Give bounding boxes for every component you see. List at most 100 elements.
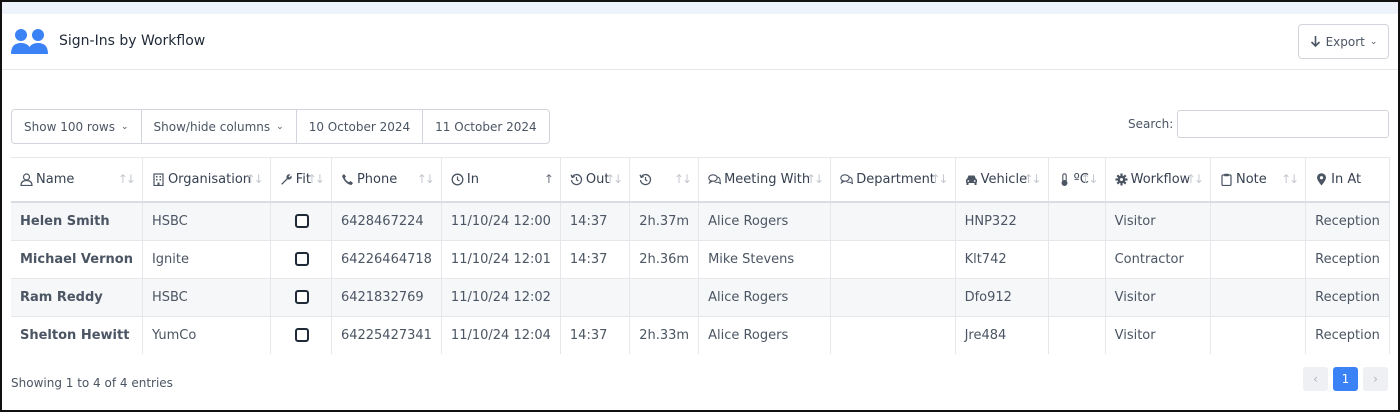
cell-phone: 6428467224 bbox=[331, 202, 442, 241]
fit-checkbox[interactable] bbox=[294, 252, 309, 266]
cell-in: 11/10/24 12:04 bbox=[441, 316, 561, 354]
sort-icon: ↑↓ bbox=[1023, 172, 1041, 186]
date-to-button[interactable]: 11 October 2024 bbox=[423, 110, 548, 143]
fit-checkbox[interactable] bbox=[294, 290, 309, 304]
show-hide-columns-button[interactable]: Show/hide columns ⌄ bbox=[142, 110, 297, 143]
cell-fit bbox=[270, 202, 332, 241]
comments-icon bbox=[708, 174, 722, 185]
sort-icon: ↑↓ bbox=[1080, 172, 1099, 186]
cell-department bbox=[830, 202, 956, 241]
page-1-button[interactable]: 1 bbox=[1333, 367, 1358, 391]
cell-name: Ram Reddy bbox=[11, 278, 143, 317]
col-header-fit[interactable]: Fit ↑↓ bbox=[270, 158, 332, 203]
cell-organisation: Ignite bbox=[142, 240, 271, 279]
report-panel: Sign-Ins by Workflow Export ⌄ Show 100 r… bbox=[0, 0, 1400, 412]
cell-duration: 2h.36m bbox=[629, 240, 700, 279]
panel-header: Sign-Ins by Workflow Export ⌄ bbox=[2, 14, 1398, 70]
cell-meeting-with: Alice Rogers bbox=[698, 316, 832, 354]
cell-fit bbox=[270, 316, 332, 354]
cell-in: 11/10/24 12:01 bbox=[441, 240, 561, 279]
col-header-department[interactable]: Department ↑↓ bbox=[830, 158, 956, 203]
cell-out: 14:37 bbox=[560, 240, 631, 279]
table-controls: Show 100 rows ⌄ Show/hide columns ⌄ 10 O… bbox=[11, 109, 550, 144]
col-header-duration[interactable]: ↑↓ bbox=[629, 158, 700, 203]
col-header-phone[interactable]: Phone ↑↓ bbox=[331, 158, 442, 203]
arrow-down-icon bbox=[1310, 36, 1320, 48]
cell-workflow: Contractor bbox=[1105, 240, 1211, 279]
col-header-name[interactable]: Name ↑↓ bbox=[11, 158, 143, 203]
table-row[interactable]: Shelton Hewitt YumCo 64225427341 11/10/2… bbox=[11, 316, 1390, 354]
next-page-button[interactable]: › bbox=[1363, 367, 1388, 391]
cell-organisation: YumCo bbox=[142, 316, 271, 354]
col-header-out[interactable]: Out ↑↓ bbox=[560, 158, 631, 203]
fit-checkbox[interactable] bbox=[294, 214, 309, 229]
table-row[interactable]: Ram Reddy HSBC 6421832769 11/10/24 12:02… bbox=[11, 278, 1390, 317]
previous-page-button[interactable]: ‹ bbox=[1303, 367, 1328, 391]
cell-note bbox=[1210, 240, 1307, 279]
show-rows-button[interactable]: Show 100 rows ⌄ bbox=[12, 110, 142, 143]
cell-fit bbox=[270, 278, 332, 317]
export-button[interactable]: Export ⌄ bbox=[1298, 24, 1389, 59]
table-row[interactable]: Helen Smith HSBC 6428467224 11/10/24 12:… bbox=[11, 202, 1390, 241]
cell-phone: 64225427341 bbox=[331, 316, 442, 354]
clipboard-icon bbox=[1221, 173, 1232, 186]
data-table-container: Name ↑↓ Organisation ↑↓ Fit ↑↓ Phone ↑↓ bbox=[11, 157, 1390, 354]
cell-organisation: HSBC bbox=[142, 202, 271, 241]
cell-phone: 6421832769 bbox=[331, 278, 442, 317]
cell-vehicle: Jre484 bbox=[955, 316, 1049, 354]
sort-icon: ↑↓ bbox=[1281, 172, 1299, 186]
cell-workflow: Visitor bbox=[1105, 316, 1211, 354]
user-icon bbox=[20, 173, 33, 186]
col-header-note[interactable]: Note ↑↓ bbox=[1210, 158, 1307, 203]
map-pin-icon bbox=[1317, 173, 1327, 186]
col-label: Phone bbox=[356, 172, 398, 187]
sort-icon: ↑↓ bbox=[416, 172, 435, 186]
col-label: Name bbox=[36, 172, 75, 187]
cell-temperature bbox=[1048, 202, 1106, 241]
cell-vehicle: HNP322 bbox=[955, 202, 1049, 241]
cell-out: 14:37 bbox=[560, 316, 631, 354]
col-header-meeting-with[interactable]: Meeting With ↑↓ bbox=[698, 158, 832, 203]
col-label: Meeting With bbox=[724, 172, 811, 187]
sort-icon: ↑↓ bbox=[673, 172, 692, 186]
col-label: Vehicle bbox=[980, 172, 1028, 187]
search-input[interactable] bbox=[1177, 110, 1389, 138]
chevron-down-icon: ⌄ bbox=[121, 121, 129, 132]
cell-note bbox=[1210, 316, 1307, 354]
sort-icon: ↑↓ bbox=[930, 172, 948, 186]
cell-workflow: Visitor bbox=[1105, 278, 1211, 317]
col-header-in[interactable]: In ↑ bbox=[441, 158, 561, 203]
cell-duration bbox=[629, 278, 700, 317]
cell-department bbox=[830, 316, 956, 354]
data-table: Name ↑↓ Organisation ↑↓ Fit ↑↓ Phone ↑↓ bbox=[11, 158, 1390, 354]
cell-in-at: Reception bbox=[1305, 278, 1390, 317]
cell-note bbox=[1210, 278, 1307, 317]
table-row[interactable]: Michael Vernon Ignite 64226464718 11/10/… bbox=[11, 240, 1390, 279]
sort-icon: ↑↓ bbox=[806, 172, 824, 186]
col-header-in-at[interactable]: In At bbox=[1305, 158, 1390, 203]
history-icon bbox=[639, 173, 652, 186]
table-info: Showing 1 to 4 of 4 entries bbox=[11, 376, 173, 390]
chevron-down-icon: ⌄ bbox=[276, 121, 284, 132]
col-label: In bbox=[466, 172, 479, 187]
cell-meeting-with: Alice Rogers bbox=[698, 278, 832, 317]
fit-checkbox[interactable] bbox=[294, 328, 309, 342]
thermometer-icon bbox=[1061, 173, 1068, 186]
col-header-workflow[interactable]: Workflow ↑↓ bbox=[1105, 158, 1211, 203]
chevron-down-icon: ⌄ bbox=[1369, 36, 1378, 47]
col-header-organisation[interactable]: Organisation ↑↓ bbox=[142, 158, 271, 203]
date-from-button[interactable]: 10 October 2024 bbox=[297, 110, 424, 143]
sort-icon: ↑↓ bbox=[245, 172, 264, 186]
cell-in-at: Reception bbox=[1305, 202, 1390, 241]
cell-in: 11/10/24 12:02 bbox=[441, 278, 561, 317]
cell-temperature bbox=[1048, 278, 1106, 317]
cell-fit bbox=[270, 240, 332, 279]
cell-meeting-with: Mike Stevens bbox=[698, 240, 832, 279]
sort-ascending-icon: ↑ bbox=[543, 172, 554, 186]
cell-out bbox=[560, 278, 631, 317]
col-header-vehicle[interactable]: Vehicle ↑↓ bbox=[955, 158, 1049, 203]
wrench-icon bbox=[280, 174, 292, 185]
col-header-temperature[interactable]: ºC ↑↓ bbox=[1048, 158, 1106, 203]
history-icon bbox=[570, 173, 582, 186]
page-title: Sign-Ins by Workflow bbox=[59, 33, 206, 49]
